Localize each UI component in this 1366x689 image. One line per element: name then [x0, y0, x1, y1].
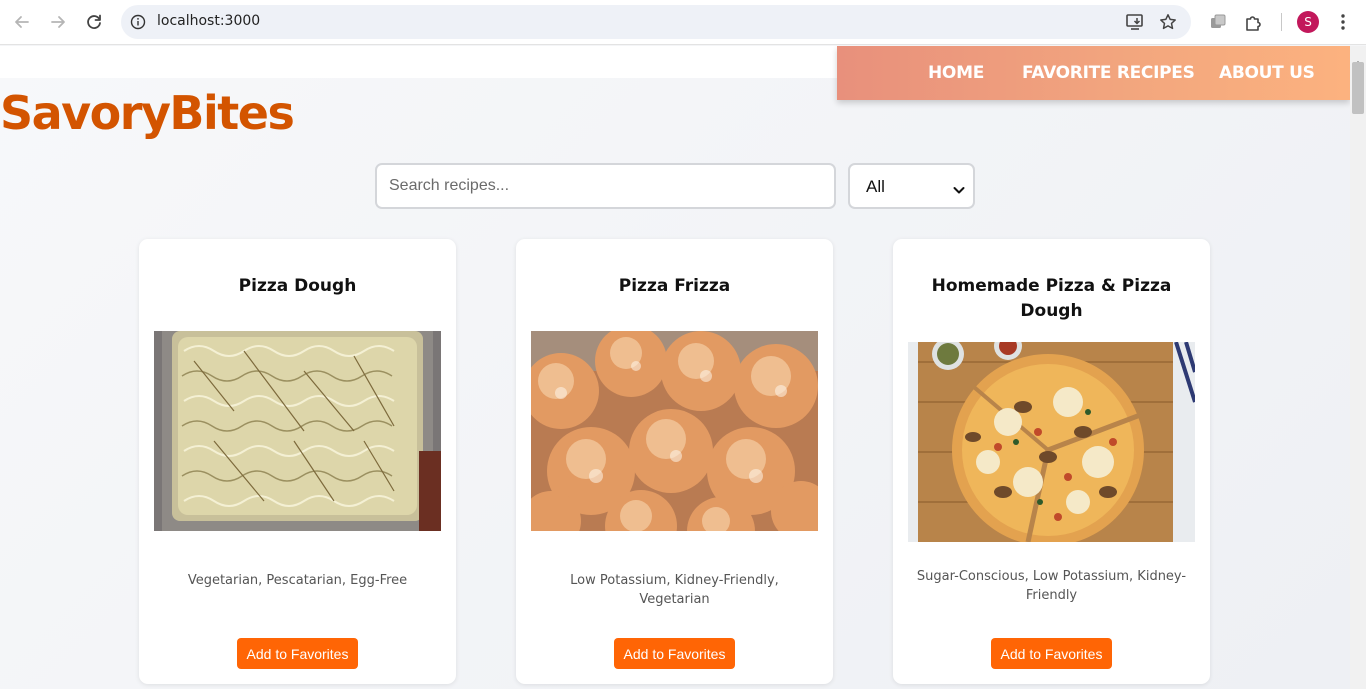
address-bar[interactable]: localhost:3000 [121, 5, 1191, 39]
recipe-diet-tags: Vegetarian, Pescatarian, Egg-Free [187, 573, 408, 588]
recipe-title: Pizza Frizza [618, 276, 731, 296]
url-text[interactable]: localhost:3000 [157, 13, 260, 29]
main-navbar: HOME FAVORITE RECIPES ABOUT US [837, 46, 1350, 100]
scrollbar-thumb[interactable] [1352, 62, 1364, 114]
add-to-favorites-button[interactable]: Add to Favorites [614, 638, 735, 669]
recipe-card: Homemade Pizza & Pizza Dough Sugar-Consc… [893, 239, 1210, 684]
site-info-icon[interactable] [130, 14, 146, 34]
homemade-pizza-photo[interactable] [908, 342, 1195, 542]
recipe-title: Homemade Pizza & Pizza Dough [931, 276, 1172, 321]
recipe-card: Pizza Dough Vegetarian, Pescatarian, Egg… [139, 239, 456, 684]
chevron-down-icon [953, 180, 965, 199]
add-to-favorites-button[interactable]: Add to Favorites [991, 638, 1112, 669]
recipe-title: Pizza Dough [238, 276, 357, 296]
recipe-card: Pizza Frizza Low Potassium, Kidney-Frien… [516, 239, 833, 684]
page-scrollbar[interactable] [1350, 46, 1366, 689]
recipe-diet-tags: Sugar-Conscious, Low Potassium, Kidney-F… [916, 569, 1187, 603]
page-content: HOME FAVORITE RECIPES ABOUT US SavoryBit… [0, 46, 1350, 689]
add-to-favorites-button[interactable]: Add to Favorites [237, 638, 358, 669]
back-arrow-icon[interactable] [11, 11, 33, 33]
toolbar-divider [1281, 13, 1282, 31]
bookmark-star-icon[interactable] [1159, 13, 1177, 35]
search-input[interactable] [375, 163, 836, 209]
reload-icon[interactable] [83, 11, 105, 33]
filter-selected-value: All [866, 177, 885, 196]
nav-home-link[interactable]: HOME [928, 63, 984, 83]
site-logo-title[interactable]: SavoryBites [0, 86, 295, 140]
pizza-dough-photo[interactable] [154, 331, 441, 531]
tab-search-icon[interactable] [1208, 12, 1228, 36]
browser-toolbar: localhost:3000 S [0, 0, 1366, 45]
recipe-diet-tags: Low Potassium, Kidney-Friendly, Vegetari… [570, 573, 779, 607]
nav-about-us-link[interactable]: ABOUT US [1219, 63, 1315, 83]
nav-favorite-recipes-link[interactable]: FAVORITE RECIPES [1022, 63, 1195, 83]
forward-arrow-icon[interactable] [47, 11, 69, 33]
pizza-frizza-photo[interactable] [531, 331, 818, 531]
install-app-icon[interactable] [1125, 13, 1145, 35]
profile-avatar[interactable]: S [1297, 11, 1319, 33]
diet-filter-select[interactable]: All [848, 163, 975, 209]
extensions-puzzle-icon[interactable] [1244, 12, 1264, 36]
kebab-menu-icon[interactable] [1335, 12, 1351, 36]
